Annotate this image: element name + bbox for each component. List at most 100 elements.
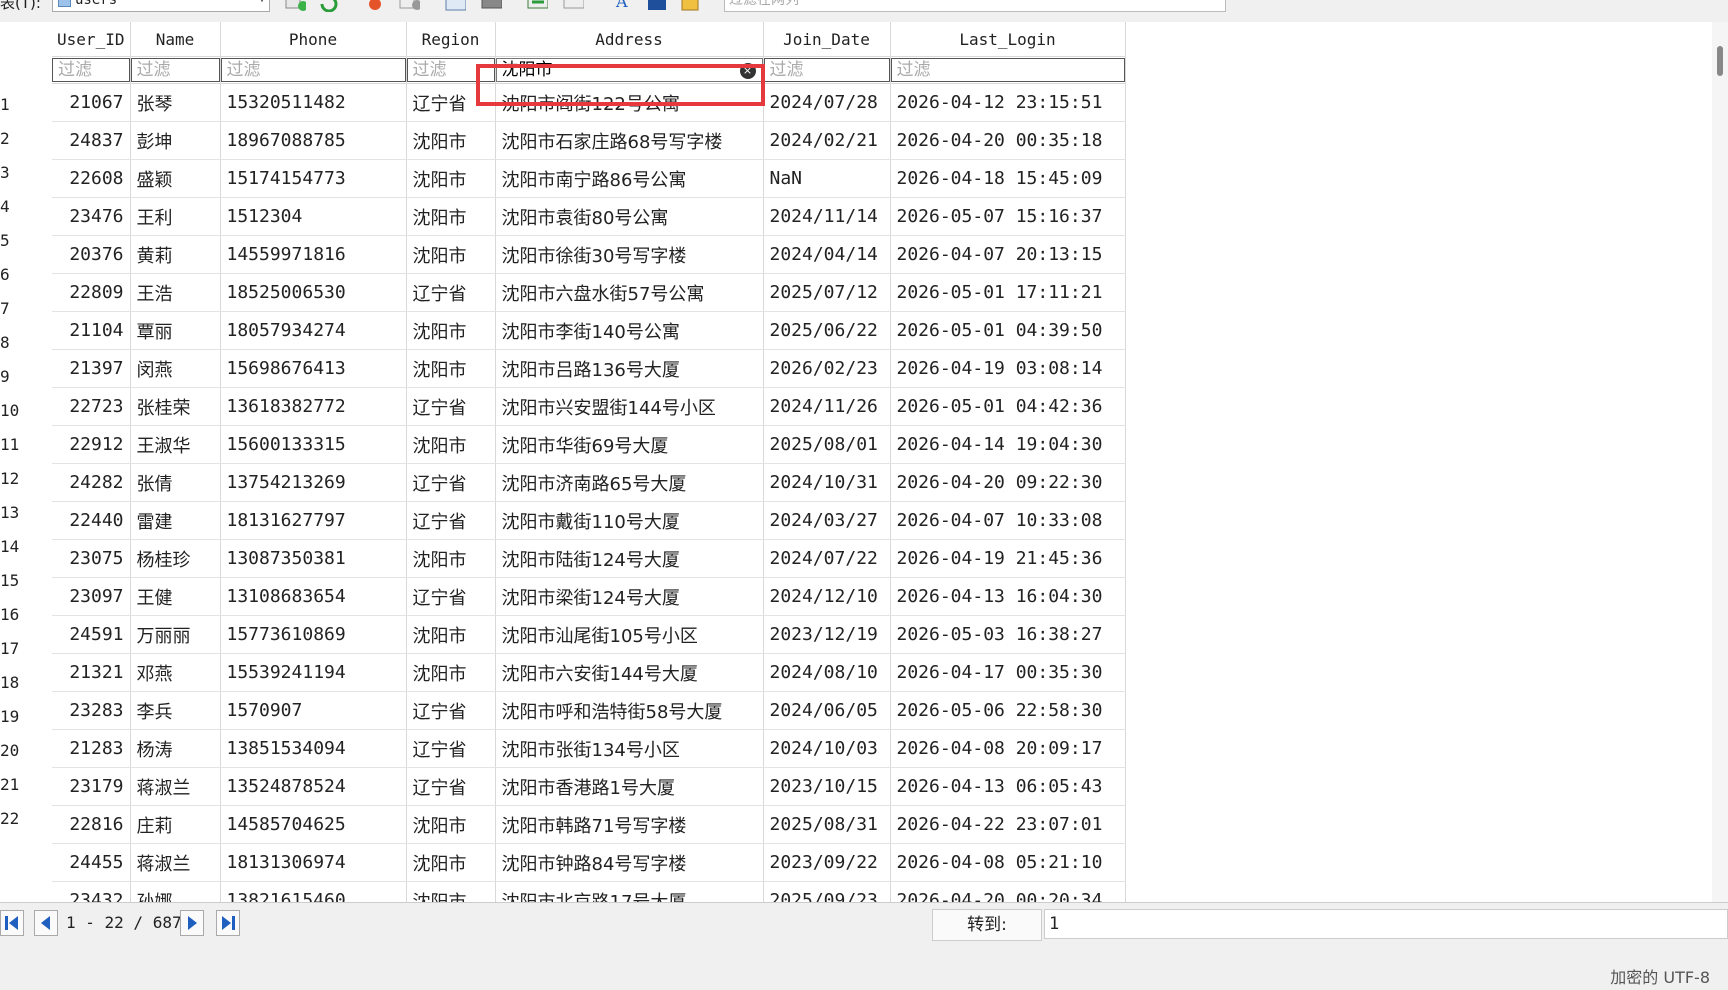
scrollbar-thumb[interactable] <box>1717 46 1723 76</box>
cell-name[interactable]: 王健 <box>130 577 221 616</box>
cell-join[interactable]: 2024/07/28 <box>763 83 891 122</box>
column-header-address[interactable]: Address <box>495 22 764 57</box>
cell-region[interactable]: 沈阳市 <box>406 197 496 236</box>
cell-name[interactable]: 王利 <box>130 197 221 236</box>
cell-name[interactable]: 张倩 <box>130 463 221 502</box>
cell-last[interactable]: 2026-05-06 22:58:30 <box>890 691 1126 730</box>
next-page-button[interactable] <box>180 910 204 936</box>
cell-name[interactable]: 盛颖 <box>130 159 221 198</box>
refresh-icon[interactable] <box>318 0 340 12</box>
import-icon[interactable] <box>526 0 548 12</box>
cell-region[interactable]: 沈阳市 <box>406 653 496 692</box>
cell-name[interactable]: 雷建 <box>130 501 221 540</box>
cell-join[interactable]: 2024/10/31 <box>763 463 891 502</box>
cell-phone[interactable]: 15539241194 <box>220 653 407 692</box>
cell-id[interactable]: 23179 <box>52 767 131 806</box>
cell-address[interactable]: 沈阳市六安街144号大厦 <box>495 653 764 692</box>
delete-record-icon[interactable] <box>364 0 386 12</box>
cell-id[interactable]: 21283 <box>52 729 131 768</box>
cell-id[interactable]: 22816 <box>52 805 131 844</box>
cell-name[interactable]: 张桂荣 <box>130 387 221 426</box>
table-row[interactable]: 21321 邓燕 15539241194 沈阳市 沈阳市六安街144号大厦 2024/08… <box>52 653 1126 692</box>
cell-last[interactable]: 2026-05-01 04:39:50 <box>890 311 1126 350</box>
cell-join[interactable]: 2024/06/05 <box>763 691 891 730</box>
cell-phone[interactable]: 18525006530 <box>220 273 407 312</box>
cell-name[interactable]: 覃丽 <box>130 311 221 350</box>
cell-address[interactable]: 沈阳市徐街30号写字楼 <box>495 235 764 274</box>
cell-id[interactable]: 23075 <box>52 539 131 578</box>
cell-id[interactable]: 24591 <box>52 615 131 654</box>
cell-region[interactable]: 辽宁省 <box>406 387 496 426</box>
font-icon[interactable]: A <box>612 0 634 12</box>
cell-address[interactable]: 沈阳市戴街110号大厦 <box>495 501 764 540</box>
filter-icon[interactable] <box>398 0 420 12</box>
cell-region[interactable]: 辽宁省 <box>406 577 496 616</box>
column-header-phone[interactable]: Phone <box>220 22 407 57</box>
cell-join[interactable]: 2026/02/23 <box>763 349 891 388</box>
cell-join[interactable]: 2024/07/22 <box>763 539 891 578</box>
cell-id[interactable]: 22440 <box>52 501 131 540</box>
cell-address[interactable]: 沈阳市吕路136号大厦 <box>495 349 764 388</box>
filter-input-user_id[interactable]: 过滤 <box>52 58 129 82</box>
cell-last[interactable]: 2026-04-07 10:33:08 <box>890 501 1126 540</box>
cell-name[interactable]: 邓燕 <box>130 653 221 692</box>
cell-id[interactable]: 23432 <box>52 881 131 902</box>
cell-phone[interactable]: 13851534094 <box>220 729 407 768</box>
cell-id[interactable]: 24837 <box>52 121 131 160</box>
filter-input-name[interactable]: 过滤 <box>130 58 219 82</box>
cell-region[interactable]: 沈阳市 <box>406 311 496 350</box>
cell-region[interactable]: 辽宁省 <box>406 501 496 540</box>
cell-name[interactable]: 王浩 <box>130 273 221 312</box>
cell-region[interactable]: 辽宁省 <box>406 691 496 730</box>
cell-id[interactable]: 21321 <box>52 653 131 692</box>
cell-join[interactable]: 2023/10/15 <box>763 767 891 806</box>
cell-last[interactable]: 2026-04-18 15:45:09 <box>890 159 1126 198</box>
cell-region[interactable]: 沈阳市 <box>406 159 496 198</box>
cell-last[interactable]: 2026-04-20 00:35:18 <box>890 121 1126 160</box>
cell-name[interactable]: 李兵 <box>130 691 221 730</box>
cell-address[interactable]: 沈阳市南宁路86号公寓 <box>495 159 764 198</box>
edit-icon[interactable] <box>680 0 702 12</box>
cell-address[interactable]: 沈阳市兴安盟街144号小区 <box>495 387 764 426</box>
cell-phone[interactable]: 1570907 <box>220 691 407 730</box>
cell-region[interactable]: 辽宁省 <box>406 463 496 502</box>
print-icon[interactable] <box>480 0 502 12</box>
cell-region[interactable]: 沈阳市 <box>406 235 496 274</box>
cell-last[interactable]: 2026-04-08 20:09:17 <box>890 729 1126 768</box>
cell-address[interactable]: 沈阳市梁街124号大厦 <box>495 577 764 616</box>
table-row[interactable]: 23075 杨桂珍 13087350381 沈阳市 沈阳市陆街124号大厦 2024/07… <box>52 539 1126 578</box>
cell-last[interactable]: 2026-04-14 19:04:30 <box>890 425 1126 464</box>
table-row[interactable]: 23179 蒋淑兰 13524878524 辽宁省 沈阳市香港路1号大厦 2023/10/… <box>52 767 1126 806</box>
cell-join[interactable]: 2024/11/14 <box>763 197 891 236</box>
column-header-user_id[interactable]: User_ID <box>52 22 131 57</box>
table-select[interactable]: users ▼ <box>52 0 270 12</box>
cell-id[interactable]: 24455 <box>52 843 131 882</box>
cell-id[interactable]: 23476 <box>52 197 131 236</box>
search-input[interactable]: 过滤在网列 <box>724 0 1226 12</box>
cell-phone[interactable]: 13108683654 <box>220 577 407 616</box>
cell-join[interactable]: 2024/11/26 <box>763 387 891 426</box>
cell-address[interactable]: 沈阳市华街69号大厦 <box>495 425 764 464</box>
cell-phone[interactable]: 15773610869 <box>220 615 407 654</box>
export-icon[interactable] <box>444 0 466 12</box>
cell-address[interactable]: 沈阳市香港路1号大厦 <box>495 767 764 806</box>
cell-join[interactable]: 2025/08/31 <box>763 805 891 844</box>
cell-address[interactable]: 沈阳市石家庄路68号写字楼 <box>495 121 764 160</box>
cell-address[interactable]: 沈阳市济南路65号大厦 <box>495 463 764 502</box>
cell-last[interactable]: 2026-05-07 15:16:37 <box>890 197 1126 236</box>
last-page-button[interactable] <box>216 910 240 936</box>
cell-phone[interactable]: 13754213269 <box>220 463 407 502</box>
cell-id[interactable]: 24282 <box>52 463 131 502</box>
add-record-icon[interactable] <box>284 0 306 12</box>
cell-region[interactable]: 沈阳市 <box>406 881 496 902</box>
cell-join[interactable]: 2024/04/14 <box>763 235 891 274</box>
cell-address[interactable]: 沈阳市韩路71号写字楼 <box>495 805 764 844</box>
column-header-last_login[interactable]: Last_Login <box>890 22 1126 57</box>
cell-phone[interactable]: 14559971816 <box>220 235 407 274</box>
cell-join[interactable]: 2025/09/23 <box>763 881 891 902</box>
cell-name[interactable]: 孙娜 <box>130 881 221 902</box>
cell-phone[interactable]: 18131627797 <box>220 501 407 540</box>
cell-last[interactable]: 2026-04-07 20:13:15 <box>890 235 1126 274</box>
cell-last[interactable]: 2026-04-20 00:20:34 <box>890 881 1126 902</box>
cell-region[interactable]: 沈阳市 <box>406 425 496 464</box>
